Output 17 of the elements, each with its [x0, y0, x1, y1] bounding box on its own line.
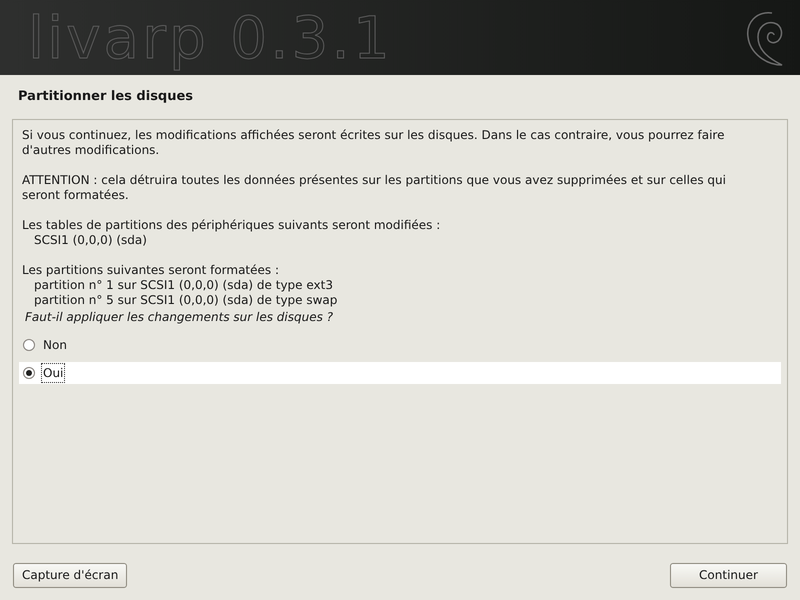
paragraph-text: Les partitions suivantes seront formatées : [22, 262, 280, 278]
continue-button[interactable]: Continuer [670, 562, 787, 588]
paragraph-text: Si vous continuez, les modifications affichées seront écrites sur les disques. Dans le cas contraire, vous pourrez faire d'autres modifications. [22, 128, 726, 158]
paragraph-text: ATTENTION : cela détruira toutes les données présentes sur les partitions que vous avez supprimées et sur celles qui seront formatées. [22, 172, 727, 202]
radio-icon [23, 366, 35, 378]
paragraph-text: Les tables de partitions des périphériques suivants seront modifiées : [22, 218, 442, 232]
option-label: Non [42, 336, 68, 354]
radio-option[interactable]: Non [19, 334, 781, 356]
radio-option[interactable]: Oui [19, 362, 781, 384]
question-text: Faut-il appliquer les changements sur les disques ? [25, 310, 334, 324]
list-item-text: SCSI1 (0,0,0) (sda) [33, 232, 148, 248]
page-title: Partitionner les disques [18, 88, 194, 106]
option-label: Oui [42, 364, 64, 382]
screenshot-button[interactable]: Capture d'écran [13, 562, 128, 588]
list-item-text: partition n° 5 sur SCSI1 (0,0,0) (sda) de type swap [33, 292, 338, 308]
list-item-text: partition n° 1 sur SCSI1 (0,0,0) (sda) de type ext3 [33, 278, 334, 292]
radio-icon [23, 338, 35, 350]
